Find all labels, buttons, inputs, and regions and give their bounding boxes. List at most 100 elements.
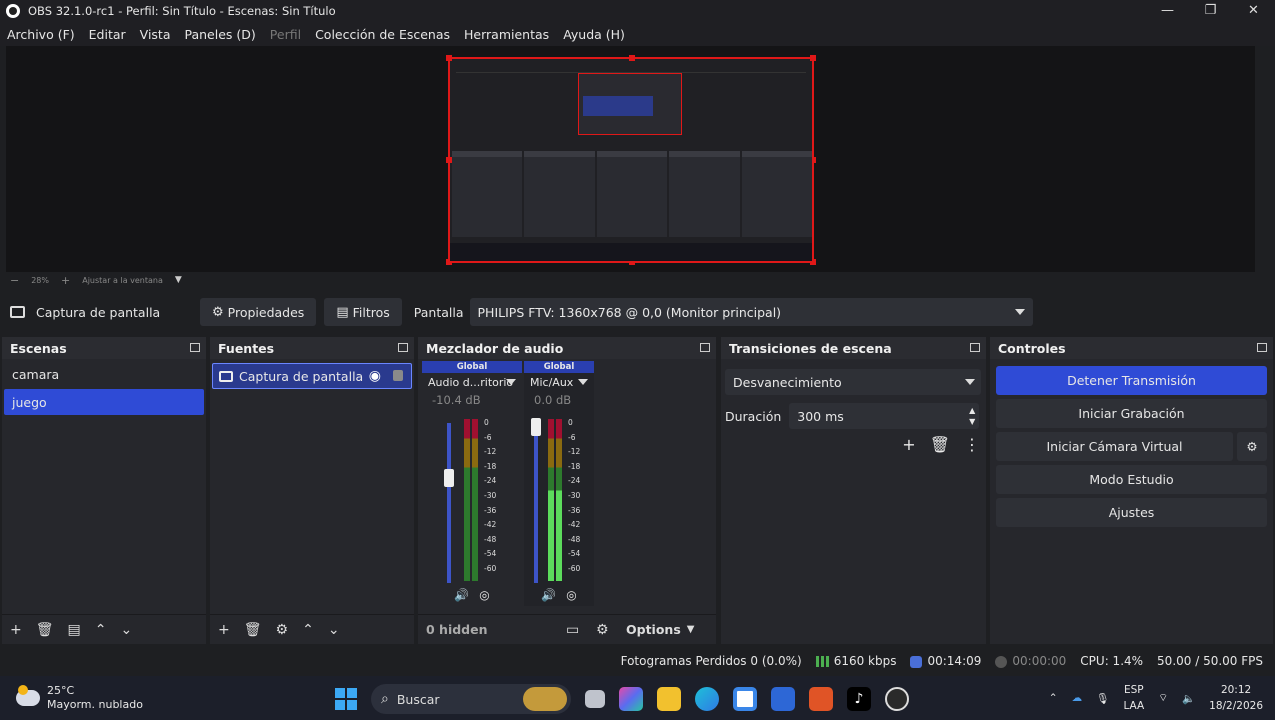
chevron-down-icon[interactable]: ▼ <box>175 275 182 285</box>
menu-paneles[interactable]: Paneles (D) <box>185 27 256 42</box>
undock-icon[interactable] <box>970 343 980 352</box>
hidden-count[interactable]: 0 hidden <box>426 622 566 637</box>
language-indicator[interactable]: ESP LAA <box>1123 682 1144 714</box>
volume-slider[interactable] <box>447 423 451 583</box>
filters-button[interactable]: ▤ Filtros <box>324 298 402 326</box>
preview-source-frame[interactable] <box>446 55 816 265</box>
scene-filters-icon[interactable]: ▤ <box>68 622 81 638</box>
advanced-audio-icon[interactable]: ⚙ <box>596 622 626 638</box>
resize-handle[interactable] <box>629 55 635 61</box>
spinner-icon[interactable]: ▲ ▼ <box>969 405 975 427</box>
mail-icon[interactable] <box>771 687 795 711</box>
lock-icon[interactable] <box>393 370 403 381</box>
undock-icon[interactable] <box>398 343 408 352</box>
remove-transition-icon[interactable]: 🗑 <box>930 435 950 454</box>
undock-icon[interactable] <box>190 343 200 352</box>
gear-icon[interactable]: ⚙ <box>1237 432 1267 461</box>
zoom-in-button[interactable]: + <box>61 274 70 287</box>
source-item[interactable]: Captura de pantalla ◉ <box>212 363 412 389</box>
copilot-icon[interactable] <box>619 687 643 711</box>
channel-name[interactable]: Mic/Aux <box>524 373 594 391</box>
move-down-icon[interactable]: ⌄ <box>328 622 340 638</box>
tiktok-icon[interactable]: ♪ <box>847 687 871 711</box>
minimize-button[interactable]: — <box>1146 0 1189 22</box>
chevron-up-icon[interactable]: ⌃ <box>1049 692 1058 704</box>
volume-slider[interactable] <box>534 423 538 583</box>
onedrive-icon[interactable]: ☁ <box>1072 692 1083 704</box>
task-view-icon[interactable] <box>585 690 605 708</box>
studio-mode-button[interactable]: Modo Estudio <box>996 465 1267 494</box>
preview-canvas[interactable] <box>6 46 1255 272</box>
options-button[interactable]: Options <box>626 622 681 637</box>
menu-herramientas[interactable]: Herramientas <box>464 27 549 42</box>
start-recording-button[interactable]: Iniciar Grabación <box>996 399 1267 428</box>
resize-handle[interactable] <box>810 55 816 61</box>
file-explorer-icon[interactable] <box>657 687 681 711</box>
layout-icon[interactable]: ▭ <box>566 622 596 638</box>
weather-widget[interactable]: 25°C Mayorm. nublado <box>16 684 143 712</box>
remove-scene-icon[interactable]: 🗑 <box>36 622 54 638</box>
move-up-icon[interactable]: ⌃ <box>302 622 314 638</box>
zoom-fit-select[interactable]: Ajustar a la ventana <box>82 276 163 285</box>
add-source-button[interactable]: + <box>218 622 230 638</box>
display-select[interactable]: PHILIPS FTV: 1360x768 @ 0,0 (Monitor pri… <box>469 298 1033 326</box>
wifi-icon[interactable]: ⌔ <box>1158 691 1168 705</box>
zoom-out-button[interactable]: − <box>10 274 19 287</box>
resize-handle[interactable] <box>446 55 452 61</box>
scene-item-camara[interactable]: camara <box>4 361 204 387</box>
menu-vista[interactable]: Vista <box>140 27 171 42</box>
volume-slider-knob[interactable] <box>531 418 541 436</box>
meter-scale: 0 -6 -12 -18 -24 -30 -36 -42 -48 -54 -60 <box>484 419 496 580</box>
source-settings-icon[interactable]: ⚙ <box>276 622 289 638</box>
maximize-button[interactable]: ❐ <box>1189 0 1232 22</box>
volume-slider-knob[interactable] <box>444 469 454 487</box>
obs-taskbar-icon[interactable] <box>885 687 909 711</box>
close-button[interactable]: ✕ <box>1232 0 1275 22</box>
stop-streaming-button[interactable]: Detener Transmisión <box>996 366 1267 395</box>
remove-source-icon[interactable]: 🗑 <box>244 622 262 638</box>
more-options-icon[interactable]: ⋮ <box>964 435 980 454</box>
move-down-icon[interactable]: ⌄ <box>120 622 132 638</box>
taskbar-search[interactable]: ⌕ Buscar <box>371 684 571 714</box>
speaker-icon[interactable]: 🔊 <box>454 588 469 602</box>
clock[interactable]: 20:12 18/2/2026 <box>1209 682 1263 714</box>
store-icon[interactable] <box>733 687 757 711</box>
headphones-icon[interactable]: ◎ <box>479 588 489 602</box>
duration-input[interactable]: 300 ms ▲ ▼ <box>789 403 980 429</box>
microphone-icon[interactable]: 🎙 <box>1096 692 1109 705</box>
properties-button[interactable]: ⚙ Propiedades <box>200 298 317 326</box>
menu-ayuda[interactable]: Ayuda (H) <box>563 27 625 42</box>
chevron-down-icon[interactable]: ▼ <box>687 624 695 635</box>
menu-editar[interactable]: Editar <box>89 27 126 42</box>
settings-button[interactable]: Ajustes <box>996 498 1267 527</box>
duration-label: Duración <box>725 408 782 424</box>
channel-db: 0.0 dB <box>534 393 572 407</box>
headphones-icon[interactable]: ◎ <box>566 588 576 602</box>
eye-icon[interactable]: ◉ <box>369 368 381 384</box>
menu-archivo[interactable]: Archivo (F) <box>7 27 75 42</box>
add-scene-button[interactable]: + <box>10 622 22 638</box>
channel-name-label: Audio d...ritorio <box>428 375 514 389</box>
weather-temp: 25°C <box>47 684 75 697</box>
scale-tick: -12 <box>568 447 581 457</box>
add-transition-button[interactable]: + <box>902 435 915 454</box>
sources-dock: Fuentes Captura de pantalla ◉ + 🗑 ⚙ ⌃ ⌄ <box>210 337 414 644</box>
scene-item-juego[interactable]: juego <box>4 389 204 415</box>
windows-start-icon[interactable] <box>335 688 357 710</box>
scale-tick: -18 <box>568 461 581 471</box>
undock-icon[interactable] <box>1257 343 1267 352</box>
channel-name[interactable]: Audio d...ritorio <box>422 373 522 391</box>
speaker-icon[interactable]: 🔊 <box>541 588 556 602</box>
menu-perfil[interactable]: Perfil <box>270 27 301 42</box>
volume-icon[interactable]: 🔈 <box>1182 692 1195 705</box>
filter-icon: ▤ <box>336 304 349 320</box>
scale-tick: -54 <box>484 549 497 559</box>
undock-icon[interactable] <box>700 343 710 352</box>
edge-icon[interactable] <box>695 687 719 711</box>
move-up-icon[interactable]: ⌃ <box>95 622 107 638</box>
brave-icon[interactable] <box>809 687 833 711</box>
keyboard-layout: LAA <box>1123 700 1145 712</box>
start-virtual-camera-button[interactable]: Iniciar Cámara Virtual <box>996 432 1233 461</box>
menu-coleccion-escenas[interactable]: Colección de Escenas <box>315 27 450 42</box>
transition-select[interactable]: Desvanecimiento <box>725 369 981 395</box>
